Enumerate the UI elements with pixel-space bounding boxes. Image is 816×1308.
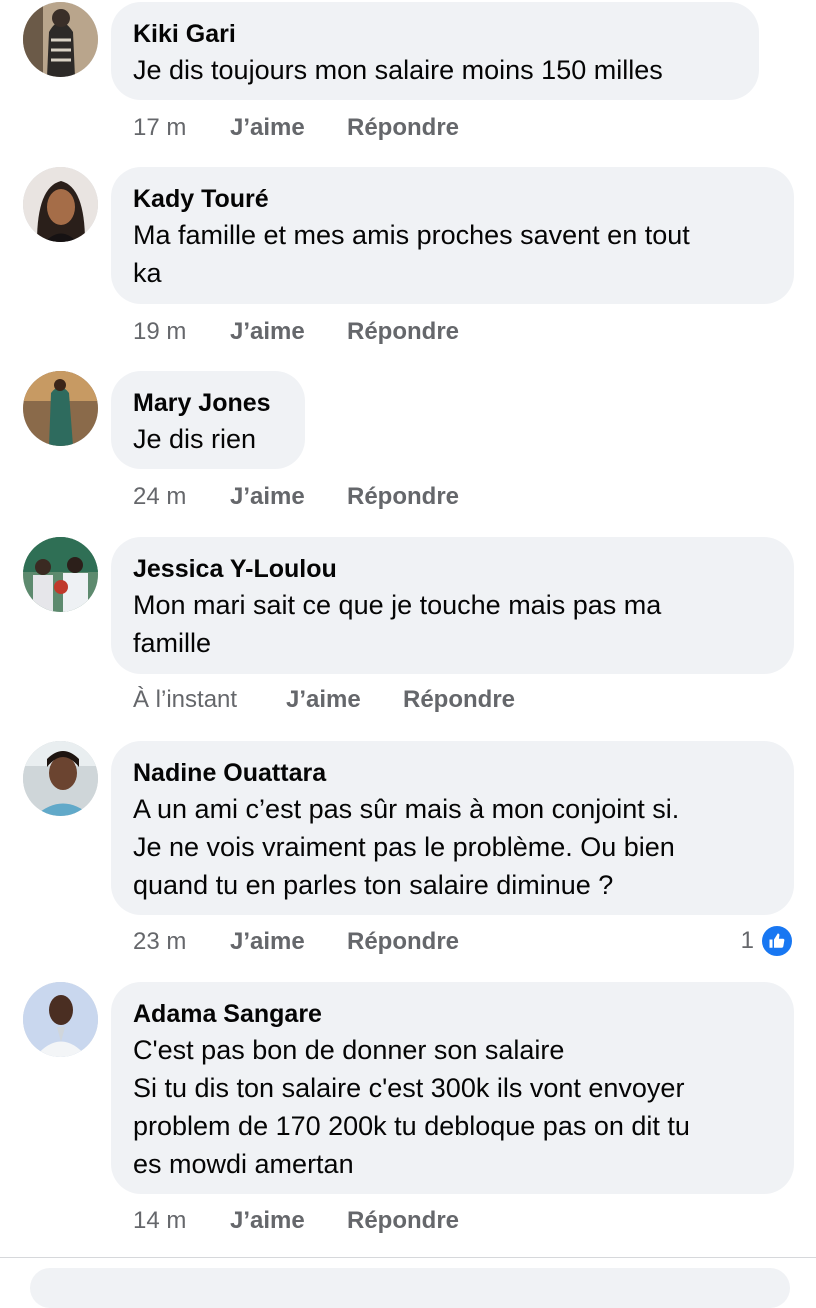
- like-button[interactable]: J’aime: [286, 686, 403, 714]
- comment-text-line: Je dis toujours mon salaire moins 150 mi…: [133, 55, 663, 85]
- comment-bubble: Kiki Gari Je dis toujours mon salaire mo…: [111, 2, 759, 100]
- like-button[interactable]: J’aime: [230, 1207, 347, 1235]
- comment-actions: 23 m J’aime Répondre: [133, 928, 459, 956]
- comment-bubble: Jessica Y-Loulou Mon mari sait ce que je…: [111, 537, 794, 674]
- comment-text-line: Mon mari sait ce que je touche mais pas …: [133, 590, 662, 620]
- comment-text: Je dis rien: [133, 420, 275, 458]
- reply-button[interactable]: Répondre: [347, 114, 459, 142]
- comment-text: A un ami c’est pas sûr mais à mon conjoi…: [133, 790, 764, 904]
- comment-text-line: Si tu dis ton salaire c'est 300k ils von…: [133, 1073, 685, 1103]
- comment-time[interactable]: 19 m: [133, 318, 230, 346]
- comment-text: C'est pas bon de donner son salaire Si t…: [133, 1031, 764, 1183]
- reply-button[interactable]: Répondre: [347, 483, 459, 511]
- comment-time[interactable]: 14 m: [133, 1207, 230, 1235]
- comment-text-line: es mowdi amertan: [133, 1149, 354, 1179]
- comment-author[interactable]: Mary Jones: [133, 386, 275, 420]
- comment-time[interactable]: 23 m: [133, 928, 230, 956]
- comment-author[interactable]: Jessica Y-Loulou: [133, 552, 764, 586]
- comment-bubble: Mary Jones Je dis rien: [111, 371, 305, 469]
- comment-bubble: Kady Touré Ma famille et mes amis proche…: [111, 167, 794, 304]
- comment-actions: 24 m J’aime Répondre: [133, 483, 459, 511]
- like-button[interactable]: J’aime: [230, 928, 347, 956]
- avatar[interactable]: [23, 167, 98, 242]
- comment-text-line: A un ami c’est pas sûr mais à mon conjoi…: [133, 794, 680, 824]
- comment-text-line: C'est pas bon de donner son salaire: [133, 1035, 565, 1065]
- reaction-summary[interactable]: 1: [741, 924, 794, 958]
- comment-author[interactable]: Nadine Ouattara: [133, 756, 764, 790]
- avatar[interactable]: [23, 371, 98, 446]
- avatar[interactable]: [23, 2, 98, 77]
- comment-author[interactable]: Kady Touré: [133, 182, 764, 216]
- comment-author[interactable]: Kiki Gari: [133, 17, 729, 51]
- comment-input-bar[interactable]: [30, 1268, 790, 1308]
- reply-button[interactable]: Répondre: [403, 686, 515, 714]
- like-button[interactable]: J’aime: [230, 114, 347, 142]
- comment-bubble: Nadine Ouattara A un ami c’est pas sûr m…: [111, 741, 794, 915]
- reply-button[interactable]: Répondre: [347, 318, 459, 346]
- comment-author[interactable]: Adama Sangare: [133, 997, 764, 1031]
- avatar[interactable]: [23, 537, 98, 612]
- reply-button[interactable]: Répondre: [347, 928, 459, 956]
- comment-text-line: problem de 170 200k tu debloque pas on d…: [133, 1111, 690, 1141]
- avatar[interactable]: [23, 982, 98, 1057]
- comment-text-line: quand tu en parles ton salaire diminue ?: [133, 870, 614, 900]
- comment-text: Mon mari sait ce que je touche mais pas …: [133, 586, 764, 662]
- comment-text: Je dis toujours mon salaire moins 150 mi…: [133, 51, 729, 89]
- comment-text-line: famille: [133, 628, 212, 658]
- reaction-count: 1: [740, 927, 754, 954]
- divider: [0, 1257, 816, 1258]
- comment-actions: 19 m J’aime Répondre: [133, 318, 459, 346]
- comment-time[interactable]: 17 m: [133, 114, 230, 142]
- comment-text: Ma famille et mes amis proches savent en…: [133, 216, 764, 292]
- comment-actions: 17 m J’aime Répondre: [133, 114, 459, 142]
- thumbs-up-icon: [760, 924, 794, 958]
- comment-text-line: Ma famille et mes amis proches savent en…: [133, 220, 690, 250]
- comment-text-line: ka: [133, 258, 162, 288]
- avatar[interactable]: [23, 741, 98, 816]
- comment-text-line: Je ne vois vraiment pas le problème. Ou …: [133, 832, 675, 862]
- comment-actions: À l’instant J’aime Répondre: [133, 686, 515, 714]
- comment-text-line: Je dis rien: [133, 424, 257, 454]
- like-button[interactable]: J’aime: [230, 318, 347, 346]
- like-button[interactable]: J’aime: [230, 483, 347, 511]
- reply-button[interactable]: Répondre: [347, 1207, 459, 1235]
- comment-time[interactable]: À l’instant: [133, 686, 286, 714]
- comment-time[interactable]: 24 m: [133, 483, 230, 511]
- comment-actions: 14 m J’aime Répondre: [133, 1207, 459, 1235]
- comment-bubble: Adama Sangare C'est pas bon de donner so…: [111, 982, 794, 1194]
